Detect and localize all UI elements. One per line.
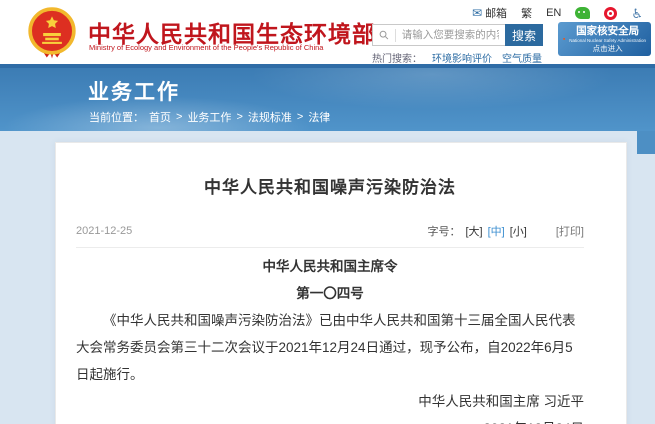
hot-search-link-eia[interactable]: 环境影响评价 — [432, 50, 492, 65]
mail-link[interactable]: ✉ 邮箱 — [472, 5, 507, 21]
decree-heading: 中华人民共和国主席令 — [76, 253, 584, 280]
article-controls: 字号： [大] [中] [小] [打印] — [428, 223, 585, 239]
breadcrumb-business[interactable]: 业务工作 — [187, 109, 231, 125]
decree-sign-date: 2021年12月24日 — [76, 415, 584, 424]
mail-label: 邮箱 — [485, 5, 507, 21]
fontsize-small-button[interactable]: [小] — [510, 223, 527, 239]
breadcrumb-regulations[interactable]: 法规标准 — [248, 109, 292, 125]
article-date: 2021-12-25 — [76, 225, 132, 237]
article-card: 中华人民共和国噪声污染防治法 2021-12-25 字号： [大] [中] [小… — [55, 142, 627, 424]
breadcrumb-laws[interactable]: 法律 — [308, 109, 330, 125]
wechat-icon[interactable] — [575, 7, 590, 19]
meta-divider — [76, 247, 584, 248]
breadcrumb: 当前位置： 首页 > 业务工作 > 法规标准 > 法律 — [89, 109, 330, 125]
search-button[interactable]: 搜索 — [505, 24, 543, 46]
nnsa-emblem-icon — [563, 28, 565, 50]
print-button[interactable]: [打印] — [556, 223, 584, 239]
quick-links: ✉ 邮箱 繁 EN ♿ — [472, 5, 643, 21]
article-meta-row: 2021-12-25 字号： [大] [中] [小] [打印] — [76, 223, 584, 239]
banner-corner-decoration — [637, 131, 655, 154]
decree-signature: 中华人民共和国主席 习近平 — [76, 388, 584, 415]
section-banner: 业务工作 当前位置： 首页 > 业务工作 > 法规标准 > 法律 — [0, 64, 655, 131]
search-input-wrap — [372, 24, 505, 46]
weibo-icon[interactable] — [604, 7, 617, 20]
breadcrumb-separator: > — [297, 111, 303, 123]
decree-number: 第一〇四号 — [76, 280, 584, 307]
national-emblem-icon — [26, 7, 78, 59]
article-body: 中华人民共和国主席令 第一〇四号 《中华人民共和国噪声污染防治法》已由中华人民共… — [76, 253, 584, 424]
breadcrumb-label: 当前位置： — [89, 109, 144, 125]
site-subtitle: Ministry of Ecology and Environment of t… — [89, 43, 323, 52]
hot-search-row: 热门搜索： 环境影响评价 空气质量 — [372, 50, 542, 65]
fontsize-medium-button[interactable]: [中] — [488, 223, 505, 239]
fontsize-label: 字号： — [428, 223, 461, 239]
nnsa-enter-label: 点击进入 — [593, 44, 623, 53]
hot-search-link-air[interactable]: 空气质量 — [502, 50, 542, 65]
article-title: 中华人民共和国噪声污染防治法 — [76, 173, 584, 198]
breadcrumb-separator: > — [236, 111, 242, 123]
nnsa-text: 国家核安全局 National Nuclear Safety Administr… — [569, 25, 646, 53]
decree-paragraph: 《中华人民共和国噪声污染防治法》已由中华人民共和国第十三届全国人民代表大会常务委… — [76, 307, 584, 388]
traditional-chinese-link[interactable]: 繁 — [521, 5, 532, 21]
search-box: 搜索 — [372, 24, 543, 46]
nnsa-badge[interactable]: 国家核安全局 National Nuclear Safety Administr… — [558, 22, 651, 56]
fontsize-large-button[interactable]: [大] — [466, 223, 483, 239]
site-logo[interactable] — [26, 7, 78, 59]
page: 中华人民共和国生态环境部 Ministry of Ecology and Env… — [0, 0, 655, 424]
search-input[interactable] — [402, 29, 499, 41]
search-divider — [395, 29, 396, 42]
search-icon — [379, 29, 389, 41]
nnsa-subtitle: National Nuclear Safety Administration — [569, 38, 646, 43]
nnsa-title: 国家核安全局 — [576, 25, 639, 38]
accessibility-icon[interactable]: ♿ — [631, 7, 643, 20]
breadcrumb-home[interactable]: 首页 — [149, 109, 171, 125]
site-header: 中华人民共和国生态环境部 Ministry of Ecology and Env… — [0, 0, 655, 64]
section-title: 业务工作 — [88, 76, 180, 106]
english-link[interactable]: EN — [546, 7, 561, 19]
breadcrumb-separator: > — [176, 111, 182, 123]
mail-icon: ✉ — [472, 7, 482, 19]
hot-search-label: 热门搜索： — [372, 50, 422, 65]
